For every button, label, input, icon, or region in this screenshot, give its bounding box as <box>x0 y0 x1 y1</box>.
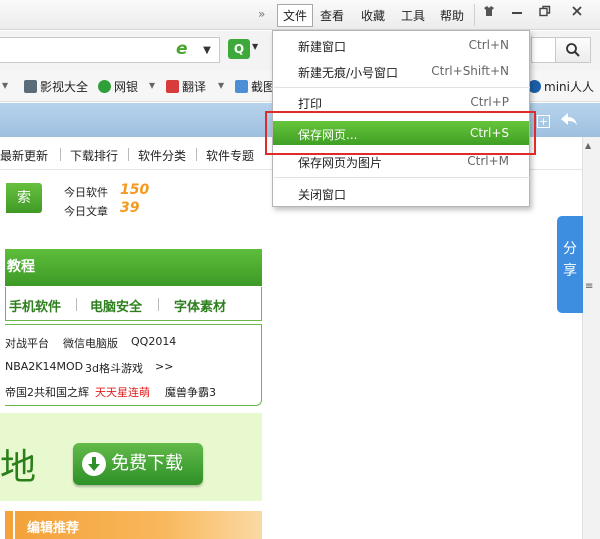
menu-item-new-private-window[interactable]: 新建无痕/小号窗口 Ctrl+Shift+N <box>273 59 529 83</box>
menu-overflow-icon[interactable]: » <box>258 7 265 21</box>
tutorial-panel-title: 教程 <box>5 249 262 286</box>
screenshot-icon <box>235 80 248 93</box>
nav-topics[interactable]: 软件专题 <box>206 147 254 164</box>
menu-item-close-window[interactable]: 关闭窗口 <box>273 181 529 205</box>
tag-link[interactable]: 魔兽争霸3 <box>165 384 216 400</box>
menu-bar: » 文件 查看 收藏 工具 帮助 <box>0 0 600 30</box>
category-mobile[interactable]: 手机软件 <box>9 296 61 315</box>
menu-favorites[interactable]: 收藏 <box>361 7 385 24</box>
new-tab-icon[interactable]: + <box>537 115 550 128</box>
skin-icon[interactable] <box>476 4 502 26</box>
minimize-icon[interactable] <box>504 4 530 26</box>
share-label-1: 分 <box>563 241 577 257</box>
fav-item-mini-renren[interactable]: mini人人 <box>528 78 594 95</box>
category-divider <box>76 298 77 311</box>
menu-separator <box>274 87 530 88</box>
bank-icon <box>98 80 111 93</box>
search-input[interactable] <box>531 37 555 63</box>
editor-picks-label: 编辑推荐 <box>27 521 80 536</box>
tag-link[interactable]: 微信电脑版 <box>63 335 118 351</box>
search-button[interactable] <box>555 37 591 63</box>
menu-help[interactable]: 帮助 <box>440 7 464 24</box>
category-fonts[interactable]: 字体素材 <box>174 296 226 315</box>
tag-link[interactable]: 3d格斗游戏 <box>85 360 143 376</box>
nav-latest[interactable]: 最新更新 <box>0 147 48 164</box>
banner-partial-text: 地 <box>0 447 37 488</box>
translate-icon <box>166 80 179 93</box>
share-handle-icon[interactable]: ≡ <box>585 281 593 292</box>
nav-categories[interactable]: 软件分类 <box>138 147 186 164</box>
window-divider <box>474 4 475 26</box>
menu-view[interactable]: 查看 <box>320 7 344 24</box>
nav-divider <box>128 148 129 161</box>
chevron-down-icon[interactable]: ▼ <box>198 42 216 60</box>
tags-box: 对战平台 微信电脑版 QQ2014 NBA2K14MOD 3d格斗游戏 >> 帝… <box>5 324 262 406</box>
annotation-highlight-box <box>265 111 536 155</box>
today-articles-label: 今日文章 <box>64 205 108 218</box>
browser-e-icon: e <box>176 39 188 59</box>
tag-link[interactable]: QQ2014 <box>131 335 176 348</box>
nav-divider <box>196 148 197 161</box>
menu-item-new-window[interactable]: 新建窗口 Ctrl+N <box>273 33 529 57</box>
favorites-dropdown-icon[interactable]: ▾ <box>2 78 8 92</box>
tag-link[interactable]: NBA2K14MOD <box>5 360 83 373</box>
menu-separator <box>274 177 530 178</box>
menu-tools[interactable]: 工具 <box>401 7 425 24</box>
nav-ranking[interactable]: 下载排行 <box>70 147 118 164</box>
category-row: 手机软件 电脑安全 字体素材 <box>5 287 262 321</box>
download-arrow-icon <box>82 452 106 476</box>
fav-item-bank[interactable]: 网银 <box>98 78 138 95</box>
page-search-button[interactable]: 索 <box>6 183 42 213</box>
tag-link-hot[interactable]: 天天星连萌 <box>95 384 150 400</box>
tag-more[interactable]: >> <box>155 360 173 373</box>
back-arrow-icon[interactable] <box>560 110 578 131</box>
close-icon[interactable] <box>564 4 590 26</box>
search-icon <box>566 43 580 57</box>
category-security[interactable]: 电脑安全 <box>90 296 142 315</box>
category-divider <box>158 298 159 311</box>
vertical-scrollbar[interactable] <box>582 137 600 539</box>
search-engine-icon[interactable]: Q <box>228 39 250 59</box>
restore-icon[interactable] <box>532 4 558 26</box>
nav-divider <box>60 148 61 161</box>
fav-item-screenshot[interactable]: 截图 <box>235 78 275 95</box>
video-icon <box>24 80 37 93</box>
today-articles-value: 39 <box>120 200 140 216</box>
editor-picks-bar: 编辑推荐 <box>15 511 262 539</box>
editor-bar-accent <box>5 511 13 539</box>
tag-link[interactable]: 对战平台 <box>5 335 49 351</box>
tag-link[interactable]: 帝国2共和国之辉 <box>5 384 89 400</box>
fav-item-video[interactable]: 影视大全 <box>24 78 88 95</box>
scroll-up-icon[interactable]: ▲ <box>585 141 591 150</box>
today-software-value: 150 <box>120 182 150 198</box>
today-software-label: 今日软件 <box>64 186 108 199</box>
share-tab[interactable]: 分 享 <box>557 216 583 313</box>
menu-file[interactable]: 文件 <box>277 4 314 27</box>
fav-bank-dropdown-icon[interactable]: ▾ <box>149 78 155 92</box>
fav-item-translate[interactable]: 翻译 <box>166 78 206 95</box>
share-label-2: 享 <box>563 263 577 279</box>
fav-translate-dropdown-icon[interactable]: ▾ <box>218 78 224 92</box>
search-engine-dropdown-icon[interactable]: ▼ <box>252 42 258 51</box>
